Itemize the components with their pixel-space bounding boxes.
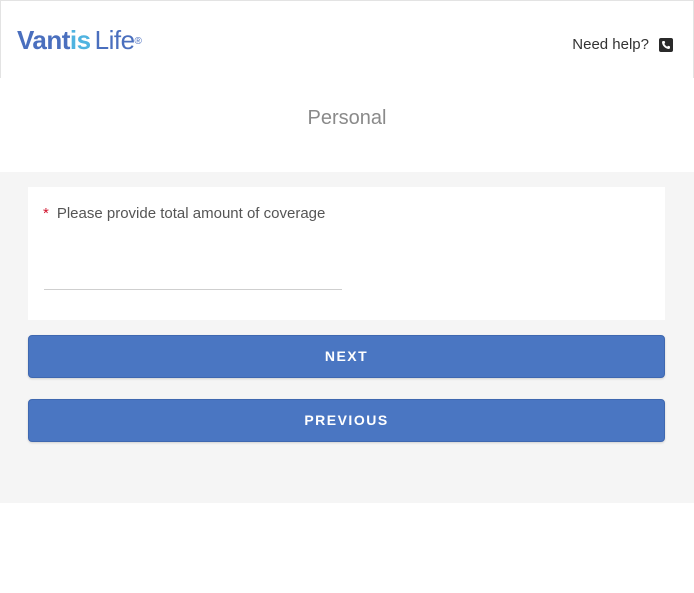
- vantis-life-logo[interactable]: Vantis Life®: [17, 25, 142, 55]
- section-title: Personal: [307, 107, 387, 129]
- required-marker: *: [43, 205, 49, 222]
- logo-text-vant: Vant: [17, 25, 70, 55]
- coverage-amount-input[interactable]: [44, 257, 342, 290]
- logo-registered-mark: ®: [134, 36, 142, 47]
- next-button[interactable]: NEXT: [28, 335, 665, 378]
- logo-text-is: is: [69, 25, 91, 55]
- question-card: * Please provide total amount of coverage: [28, 187, 665, 320]
- site-header: Vantis Life® Need help?: [0, 0, 694, 78]
- previous-button[interactable]: PREVIOUS: [28, 399, 665, 442]
- form-area: * Please provide total amount of coverage…: [0, 172, 694, 503]
- logo-text-life: Life: [94, 25, 135, 55]
- phone-icon: [659, 37, 673, 52]
- need-help-link[interactable]: Need help?: [572, 36, 673, 53]
- need-help-label: Need help?: [572, 36, 649, 53]
- coverage-question-label: * Please provide total amount of coverage: [43, 205, 325, 222]
- coverage-question-text: Please provide total amount of coverage: [56, 205, 326, 222]
